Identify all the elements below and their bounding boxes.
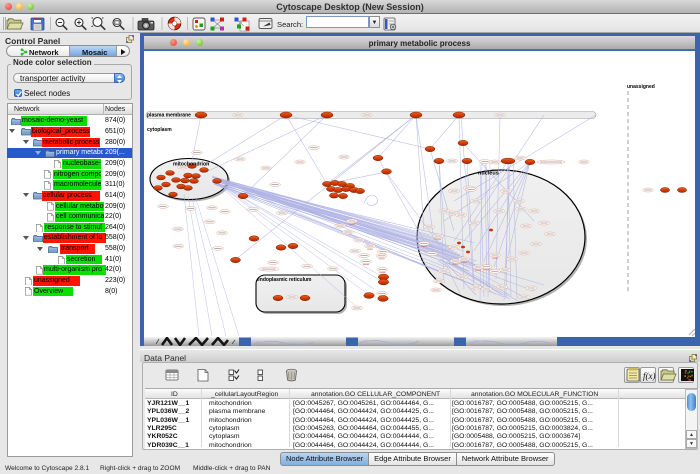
svg-text:endoplasmic reticulum: endoplasmic reticulum	[257, 277, 312, 283]
svg-text:unassigned: unassigned	[627, 84, 655, 90]
svg-text:nucleus: nucleus	[478, 171, 499, 177]
svg-text:plasma membrane: plasma membrane	[147, 113, 191, 119]
svg-text:cytoplasm: cytoplasm	[147, 127, 172, 133]
svg-text:mitochondrion: mitochondrion	[173, 162, 209, 168]
svg-text:f(x): f(x)	[643, 371, 656, 381]
